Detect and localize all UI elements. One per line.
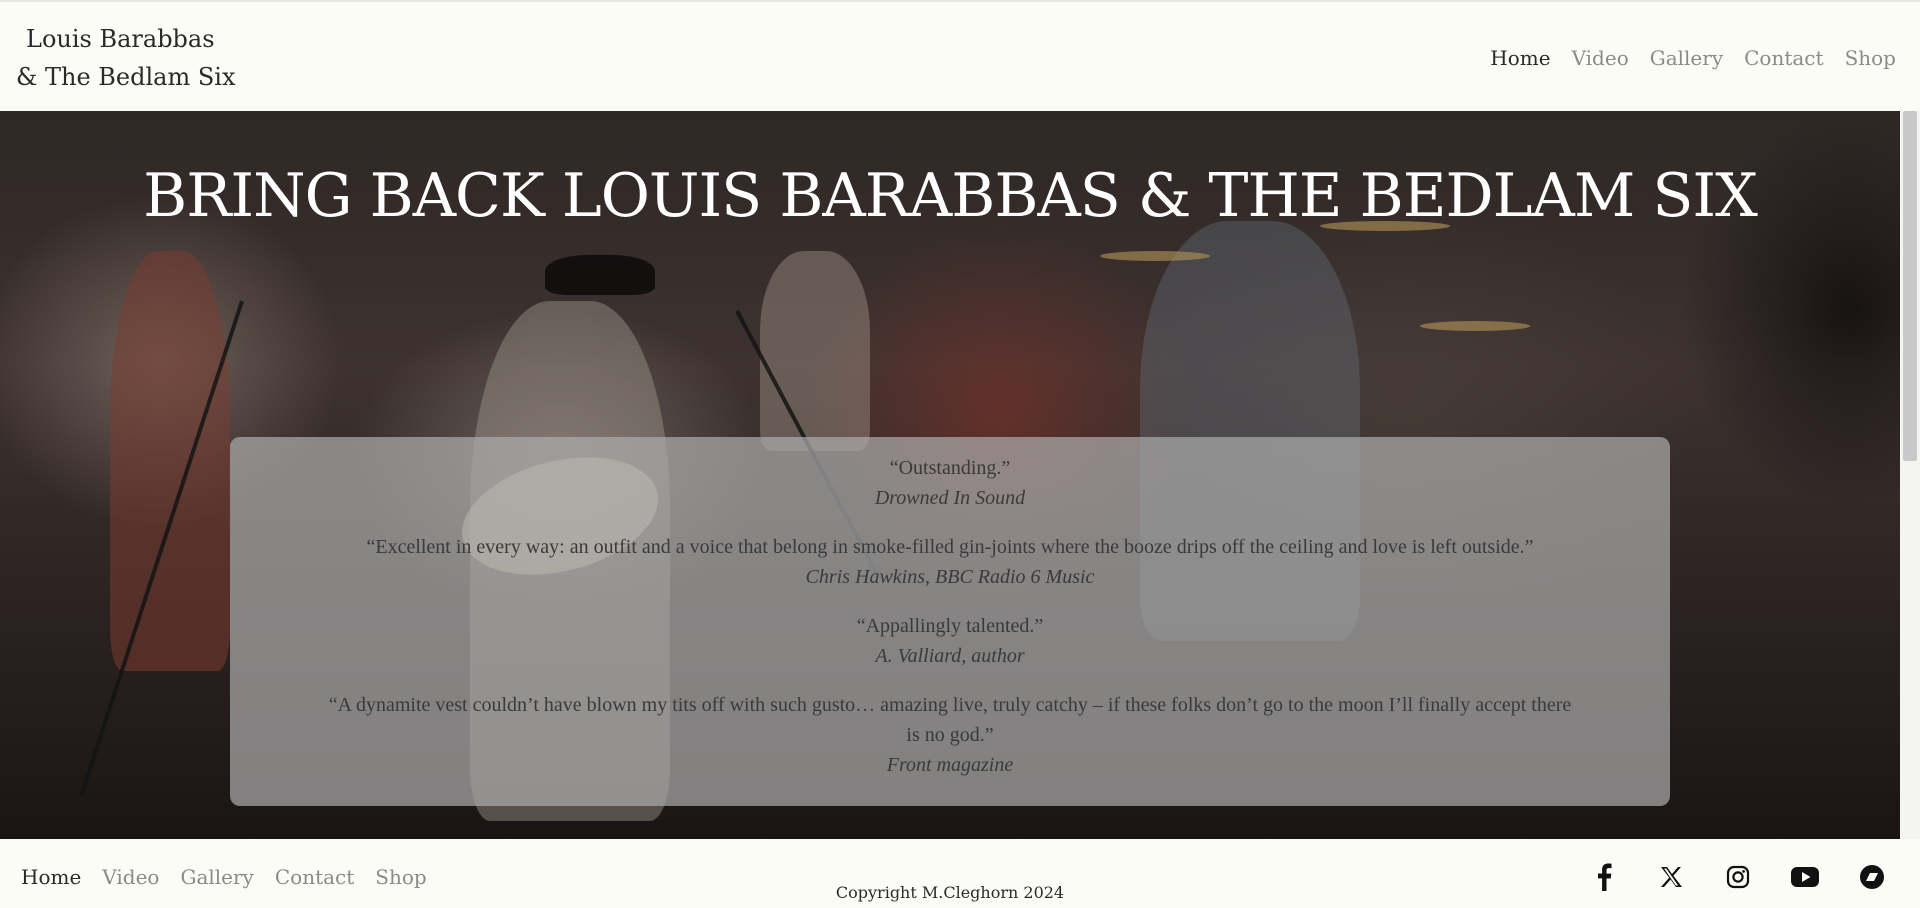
testimonial-source: Front magazine bbox=[886, 754, 1014, 776]
testimonial-item: “Outstanding.” Drowned In Sound bbox=[230, 453, 1670, 513]
site-title[interactable]: Louis Barabbas & The Bedlam Six bbox=[16, 20, 236, 96]
nav-shop-link[interactable]: Shop bbox=[1845, 46, 1896, 70]
testimonial-item: “Appallingly talented.” A. Valliard, aut… bbox=[230, 611, 1670, 671]
nav-gallery-link[interactable]: Gallery bbox=[1650, 46, 1723, 70]
testimonial-source: Drowned In Sound bbox=[874, 487, 1026, 509]
cymbal-shape bbox=[1100, 251, 1210, 261]
testimonial-item: “Excellent in every way: an outfit and a… bbox=[230, 532, 1670, 592]
youtube-icon[interactable] bbox=[1785, 861, 1825, 893]
instagram-icon[interactable] bbox=[1718, 861, 1758, 893]
testimonial-source: Chris Hawkins, BBC Radio 6 Music bbox=[805, 566, 1095, 588]
nav-home-link[interactable]: Home bbox=[1490, 46, 1550, 70]
testimonial-box: “Outstanding.” Drowned In Sound “Excelle… bbox=[230, 437, 1670, 806]
hero-section: BRING BACK LOUIS BARABBAS & THE BEDLAM S… bbox=[0, 111, 1900, 839]
hat-shape bbox=[545, 255, 655, 295]
cymbal-shape bbox=[1420, 321, 1530, 331]
header-nav: Home Video Gallery Contact Shop bbox=[1469, 46, 1896, 70]
hero-title: BRING BACK LOUIS BARABBAS & THE BEDLAM S… bbox=[143, 161, 1758, 231]
testimonial-source: A. Valliard, author bbox=[875, 645, 1025, 667]
band-member-figure bbox=[110, 251, 230, 671]
facebook-icon[interactable] bbox=[1584, 861, 1624, 893]
page-scrollbar[interactable] bbox=[1900, 111, 1920, 839]
nav-video-link[interactable]: Video bbox=[1572, 46, 1629, 70]
social-links bbox=[1557, 861, 1892, 893]
x-twitter-icon[interactable] bbox=[1651, 861, 1691, 893]
scrollbar-thumb[interactable] bbox=[1903, 111, 1917, 461]
testimonial-text: “Excellent in every way: an outfit and a… bbox=[366, 536, 1534, 558]
testimonial-item: “A dynamite vest couldn’t have blown my … bbox=[230, 690, 1670, 780]
nav-contact-link[interactable]: Contact bbox=[1744, 46, 1823, 70]
testimonial-text: “Appallingly talented.” bbox=[856, 615, 1044, 637]
bandcamp-icon[interactable] bbox=[1852, 861, 1892, 893]
testimonial-text: “Outstanding.” bbox=[889, 457, 1011, 479]
band-member-figure bbox=[760, 251, 870, 451]
site-title-line2[interactable]: & The Bedlam Six bbox=[16, 58, 236, 96]
site-header: Louis Barabbas & The Bedlam Six Home Vid… bbox=[0, 0, 1920, 111]
site-footer: Home Video Gallery Contact Shop Copyrigh… bbox=[0, 839, 1920, 908]
site-title-line1[interactable]: Louis Barabbas bbox=[16, 20, 236, 58]
testimonial-text: “A dynamite vest couldn’t have blown my … bbox=[328, 694, 1572, 746]
